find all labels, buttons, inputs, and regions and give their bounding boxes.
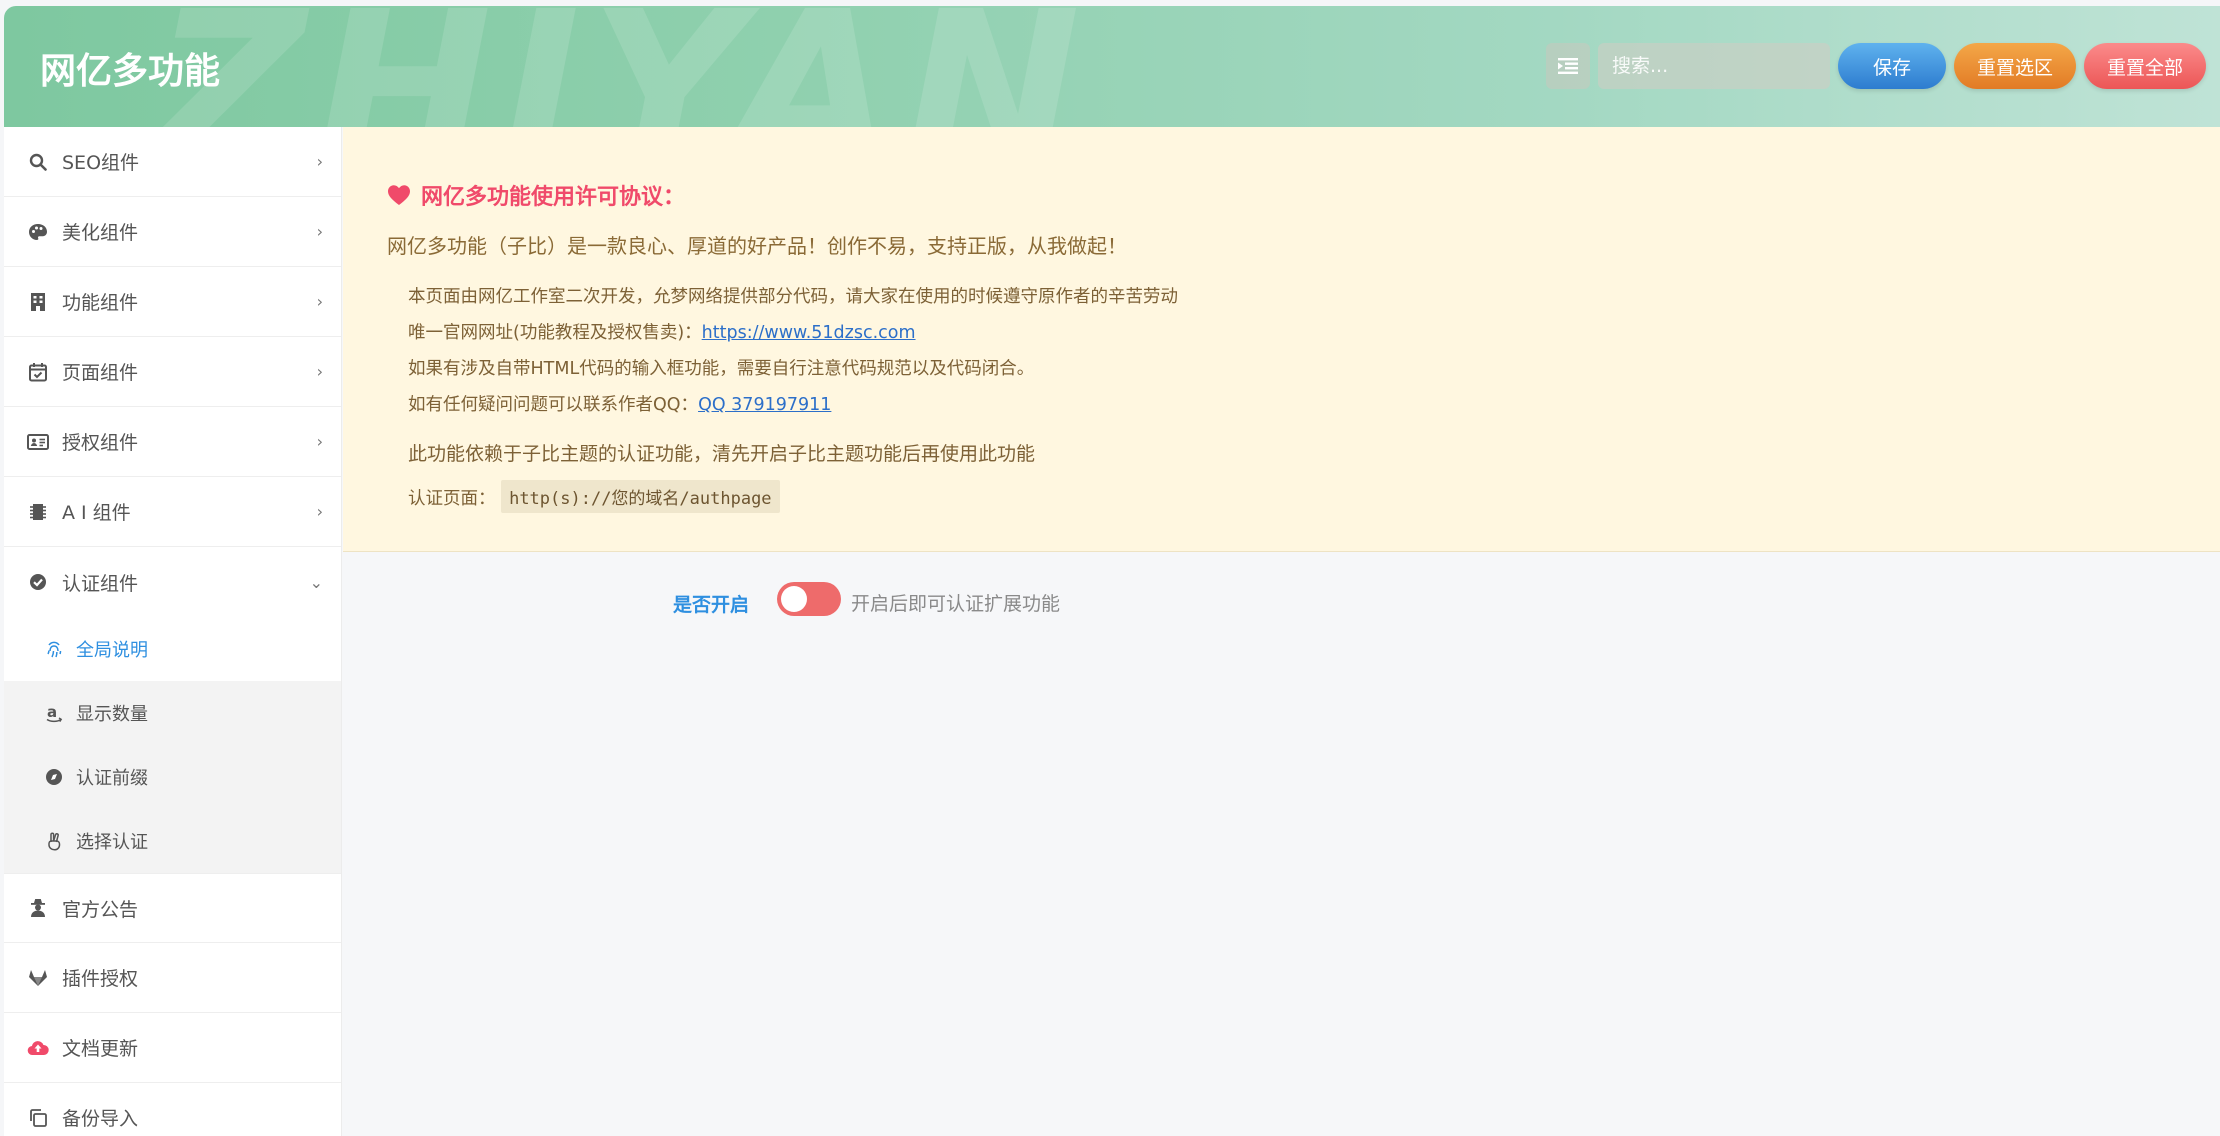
notice-line-5: 此功能依赖于子比主题的认证功能，清先开启子比主题功能后再使用此功能 xyxy=(408,443,1036,465)
sidebar-item-beautify[interactable]: 美化组件 › xyxy=(4,197,341,267)
id-card-icon xyxy=(26,430,50,454)
hand-peace-icon xyxy=(44,831,64,851)
sidebar-item-label: 官方公告 xyxy=(62,898,139,921)
cloud-upload-icon xyxy=(26,1036,50,1060)
sidebar-item-label: 认证组件 xyxy=(62,572,139,595)
sidebar-item-certification[interactable]: 认证组件 ⌄ xyxy=(4,547,341,617)
notice-line-2-prefix: 唯一官网网址(功能教程及授权售卖)： xyxy=(408,323,702,343)
sidebar-subitem-global-notes[interactable]: 全局说明 xyxy=(4,617,341,681)
reset-section-button[interactable]: 重置选区 xyxy=(1954,43,2076,89)
svg-text:a: a xyxy=(47,703,57,721)
setting-description: 开启后即可认证扩展功能 xyxy=(851,593,1061,615)
sidebar: SEO组件 › 美化组件 › 功能组件 › 页面组件 › 授权组件 › A I … xyxy=(4,127,342,1136)
sidebar-item-label: SEO组件 xyxy=(62,152,140,174)
heart-icon xyxy=(388,185,410,205)
sidebar-item-label: 页面组件 xyxy=(62,362,139,384)
sidebar-subitem-select-cert[interactable]: 选择认证 xyxy=(4,809,341,873)
compass-icon xyxy=(44,767,64,787)
expand-menu-button[interactable] xyxy=(1546,43,1590,89)
app-title: 网亿多功能 xyxy=(40,51,221,92)
notice-heading: 网亿多功能使用许可协议： xyxy=(387,179,685,211)
gitlab-icon xyxy=(26,966,50,990)
sidebar-subitem-display-count[interactable]: a 显示数量 xyxy=(4,681,341,745)
sidebar-item-label: 授权组件 xyxy=(62,432,139,454)
auth-page-code: http(s)://您的域名/authpage xyxy=(501,480,780,513)
chevron-right-icon: › xyxy=(316,362,323,381)
check-circle-icon xyxy=(26,570,50,594)
license-notice: 网亿多功能使用许可协议： 网亿多功能（子比）是一款良心、厚道的好产品！创作不易，… xyxy=(343,127,2220,552)
sidebar-item-features[interactable]: 功能组件 › xyxy=(4,267,341,337)
chevron-right-icon: › xyxy=(316,502,323,521)
app-frame: ZHIYAN 网亿多功能 保存 重置选区 重置全部 SEO组 xyxy=(4,6,2220,1136)
sidebar-item-doc-updates[interactable]: 文档更新 xyxy=(4,1013,341,1083)
outdent-icon xyxy=(1558,58,1578,74)
copy-icon xyxy=(26,1106,50,1130)
enable-toggle-switch[interactable] xyxy=(777,582,841,616)
calendar-check-icon xyxy=(26,360,50,384)
header: ZHIYAN 网亿多功能 保存 重置选区 重置全部 xyxy=(4,6,2220,127)
notice-heading-text: 网亿多功能使用许可协议： xyxy=(421,185,686,210)
setting-enable: 是否开启 xyxy=(343,552,2220,642)
official-site-link[interactable]: https://www.51dzsc.com xyxy=(702,323,916,343)
amazon-icon: a xyxy=(44,703,64,723)
search-icon xyxy=(26,150,50,174)
sidebar-item-pages[interactable]: 页面组件 › xyxy=(4,337,341,407)
palette-icon xyxy=(26,220,50,244)
setting-label: 是否开启 xyxy=(673,594,750,616)
sidebar-subitem-label: 显示数量 xyxy=(76,704,148,725)
chevron-right-icon: › xyxy=(316,152,323,171)
fingerprint-icon xyxy=(44,639,64,659)
sidebar-item-announcements[interactable]: 官方公告 xyxy=(4,873,341,943)
certification-submenu: 全局说明 a 显示数量 认证前缀 选择认证 xyxy=(4,617,341,873)
chevron-right-icon: › xyxy=(316,292,323,311)
sidebar-item-label: A I 组件 xyxy=(62,502,131,524)
sidebar-subitem-label: 认证前缀 xyxy=(76,768,148,789)
save-button[interactable]: 保存 xyxy=(1838,43,1946,89)
header-watermark: ZHIYAN xyxy=(154,6,1090,127)
notice-line-1: 本页面由网亿工作室二次开发，允梦网络提供部分代码，请大家在使用的时候遵守原作者的… xyxy=(408,287,1178,307)
notice-line-3: 如果有涉及自带HTML代码的输入框功能，需要自行注意代码规范以及代码闭合。 xyxy=(408,359,1035,379)
chip-icon xyxy=(26,500,50,524)
sidebar-item-plugin-license[interactable]: 插件授权 xyxy=(4,943,341,1013)
sidebar-item-backup-import[interactable]: 备份导入 xyxy=(4,1083,341,1136)
search-input[interactable] xyxy=(1598,43,1830,89)
notice-line-2: 唯一官网网址(功能教程及授权售卖)：https://www.51dzsc.com xyxy=(408,319,916,344)
reset-all-button[interactable]: 重置全部 xyxy=(2084,43,2206,89)
building-icon xyxy=(26,290,50,314)
sidebar-subitem-label: 全局说明 xyxy=(76,640,148,661)
chevron-right-icon: › xyxy=(316,432,323,451)
sidebar-item-seo[interactable]: SEO组件 › xyxy=(4,127,341,197)
user-secret-icon xyxy=(26,896,50,920)
sidebar-item-ai[interactable]: A I 组件 › xyxy=(4,477,341,547)
chevron-right-icon: › xyxy=(316,222,323,241)
sidebar-subitem-cert-prefix[interactable]: 认证前缀 xyxy=(4,745,341,809)
notice-lead: 网亿多功能（子比）是一款良心、厚道的好产品！创作不易，支持正版，从我做起！ xyxy=(387,234,1127,258)
sidebar-item-label: 插件授权 xyxy=(62,968,139,990)
notice-line-4: 如有任何疑问问题可以联系作者QQ：QQ 379197911 xyxy=(408,391,831,416)
notice-line-6: 认证页面： http(s)://您的域名/authpage xyxy=(408,480,780,513)
sidebar-item-license[interactable]: 授权组件 › xyxy=(4,407,341,477)
notice-line-6-prefix: 认证页面： xyxy=(408,489,496,509)
toggle-knob xyxy=(781,586,807,612)
sidebar-item-label: 美化组件 xyxy=(62,222,139,244)
chevron-down-icon: ⌄ xyxy=(309,572,323,592)
author-qq-link[interactable]: QQ 379197911 xyxy=(698,395,831,415)
toolbar: 保存 重置选区 重置全部 xyxy=(1546,43,2206,89)
notice-line-4-prefix: 如有任何疑问问题可以联系作者QQ： xyxy=(408,395,699,415)
sidebar-item-label: 功能组件 xyxy=(62,292,139,314)
sidebar-item-label: 文档更新 xyxy=(62,1038,139,1060)
sidebar-subitem-label: 选择认证 xyxy=(76,832,148,853)
sidebar-item-label: 备份导入 xyxy=(62,1108,139,1130)
